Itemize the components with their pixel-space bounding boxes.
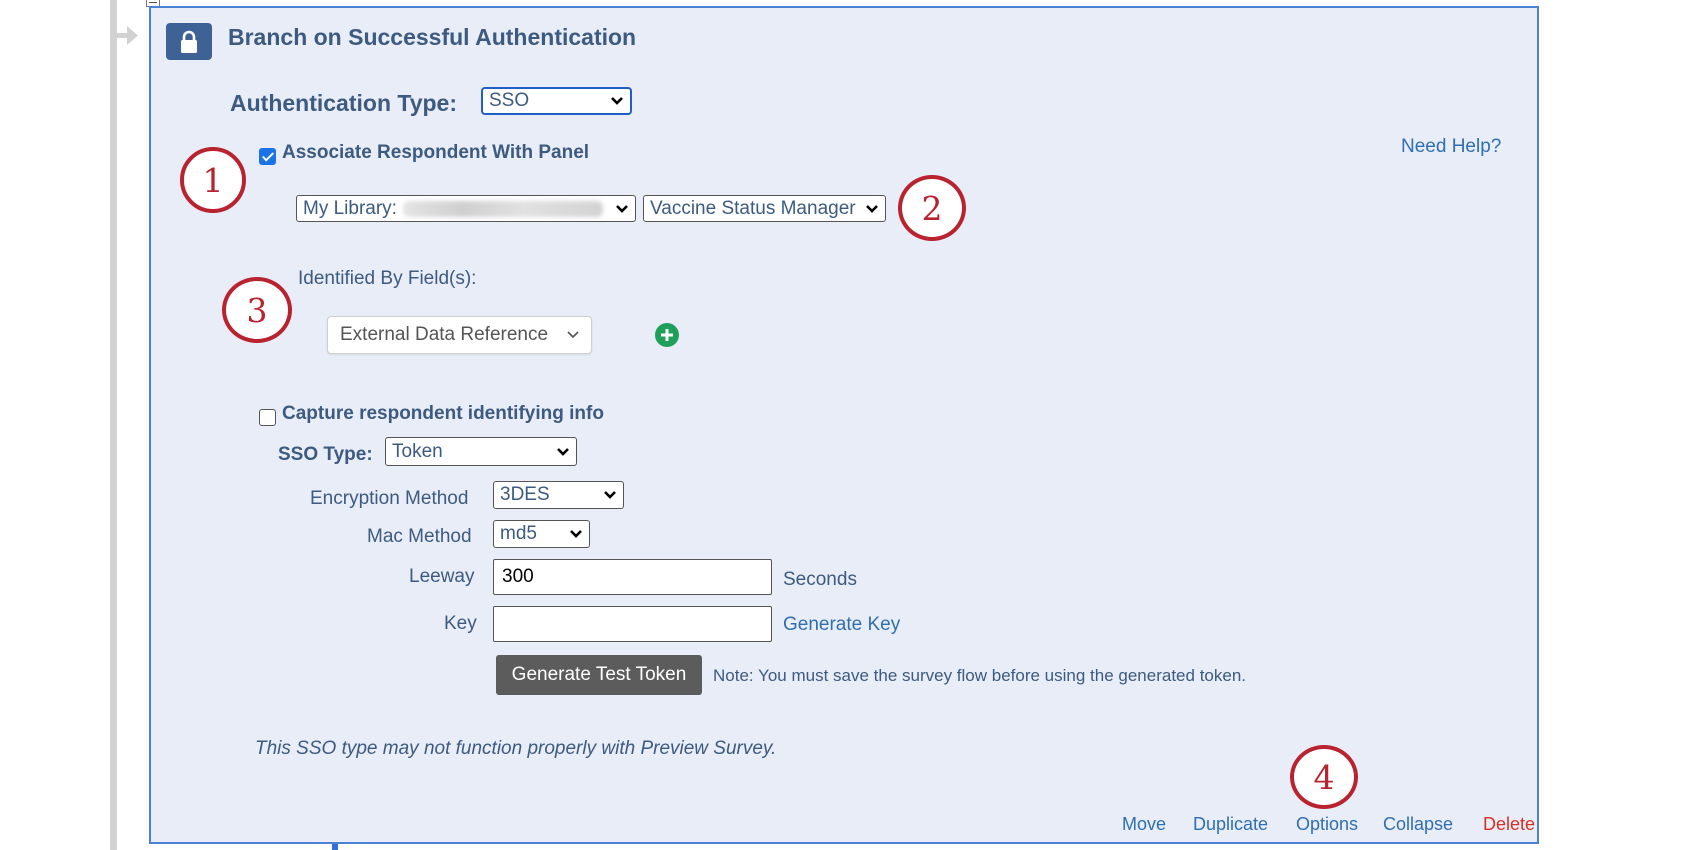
plus-circle-icon[interactable] [655,323,679,347]
chevron-down-icon [570,530,582,538]
key-label: Key [444,613,477,634]
panel-select[interactable]: Vaccine Status Manager [643,195,886,222]
mac-method-label: Mac Method [367,526,472,547]
generate-test-token-button[interactable]: Generate Test Token [496,655,702,695]
callout-marker-2: 2 [898,175,966,241]
chevron-down-icon [616,204,628,213]
chevron-down-icon [611,97,623,105]
need-help-link[interactable]: Need Help? [1401,136,1501,158]
leeway-input[interactable]: 300 [493,559,772,595]
chevron-down-icon [866,204,878,213]
preview-warning: This SSO type may not function properly … [255,738,777,759]
capture-info-label: Capture respondent identifying info [282,403,604,424]
flow-connector-line [110,0,117,850]
authentication-type-value: SSO [489,90,530,111]
sso-type-select[interactable]: Token [385,437,577,466]
delete-link[interactable]: Delete [1483,814,1535,835]
options-link[interactable]: Options [1296,814,1358,835]
associate-panel-checkbox[interactable] [259,148,276,165]
duplicate-link[interactable]: Duplicate [1193,814,1268,835]
sso-type-value: Token [392,440,443,462]
authentication-type-label: Authentication Type: [230,90,458,116]
sso-type-label: SSO Type: [278,444,373,465]
panel-select-value: Vaccine Status Manager [650,197,856,219]
identified-field-value: External Data Reference [340,324,549,345]
block-title: Branch on Successful Authentication [228,24,637,50]
collapse-link[interactable]: Collapse [1383,814,1453,835]
key-input[interactable] [493,606,772,642]
arrow-right-icon [117,26,138,45]
encryption-method-value: 3DES [500,484,550,505]
library-select[interactable]: My Library: [296,195,636,222]
chevron-down-icon [557,447,569,456]
identified-by-label: Identified By Field(s): [298,268,477,289]
flow-connector-bottom [332,844,338,850]
lock-icon [166,23,212,60]
leeway-unit-label: Seconds [783,569,857,590]
authenticator-block-panel [149,6,1539,844]
encryption-method-label: Encryption Method [310,488,469,509]
chevron-down-icon [604,491,616,499]
callout-marker-3: 3 [222,277,292,343]
library-select-prefix: My Library: [303,197,397,219]
generate-key-link[interactable]: Generate Key [783,614,900,636]
associate-panel-label: Associate Respondent With Panel [282,142,590,163]
mac-method-value: md5 [500,523,537,544]
leeway-label: Leeway [409,566,475,587]
capture-info-checkbox[interactable] [259,409,276,426]
authentication-type-select[interactable]: SSO [481,87,632,115]
identified-field-dropdown[interactable]: External Data Reference [327,316,592,354]
token-note: Note: You must save the survey flow befo… [713,666,1247,685]
move-link[interactable]: Move [1122,814,1166,835]
callout-marker-1: 1 [180,147,246,213]
library-name-redacted [402,200,603,217]
chevron-down-icon [567,331,579,339]
callout-marker-4: 4 [1290,745,1358,809]
mac-method-select[interactable]: md5 [493,520,590,548]
encryption-method-select[interactable]: 3DES [493,481,624,509]
